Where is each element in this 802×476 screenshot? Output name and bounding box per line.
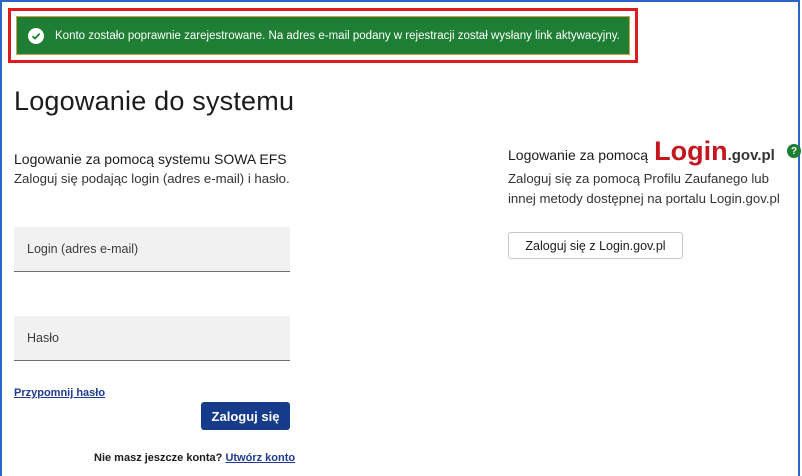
forgot-password-link[interactable]: Przypomnij hasło [14, 387, 105, 399]
password-input[interactable] [25, 330, 290, 346]
create-account-link[interactable]: Utwórz konto [225, 452, 295, 464]
logingov-title-text: Logowanie za pomocą [508, 147, 649, 163]
alert-message: Konto zostało poprawnie zarejestrowane. … [55, 29, 620, 42]
sowa-section-description: Zaloguj się podając login (adres e-mail)… [14, 171, 290, 186]
logingov-description-line1: Zaloguj się za pomocą Profilu Zaufanego … [508, 171, 769, 186]
login-field[interactable] [14, 227, 290, 272]
create-account-row: Nie masz jeszcze konta? Utwórz konto [94, 452, 295, 464]
login-gov-logo: Login .gov.pl [654, 136, 775, 166]
no-account-text: Nie masz jeszcze konta? [94, 452, 223, 464]
check-circle-icon [28, 27, 44, 44]
sowa-section-title: Logowanie za pomocą systemu SOWA EFS [14, 151, 287, 167]
page-title: Logowanie do systemu [14, 86, 295, 116]
login-gov-button[interactable]: Zaloguj się z Login.gov.pl [508, 232, 683, 259]
login-submit-button[interactable]: Zaloguj się [201, 402, 290, 430]
logingov-description-line2: innej metody dostępnej na portalu Login.… [508, 191, 780, 206]
password-field[interactable] [14, 316, 290, 361]
success-alert: Konto zostało poprawnie zarejestrowane. … [16, 16, 630, 55]
logingov-section-title: Logowanie za pomocą Login .gov.pl [508, 138, 775, 165]
login-input[interactable] [25, 241, 290, 257]
question-circle-icon[interactable]: ? [787, 144, 801, 158]
